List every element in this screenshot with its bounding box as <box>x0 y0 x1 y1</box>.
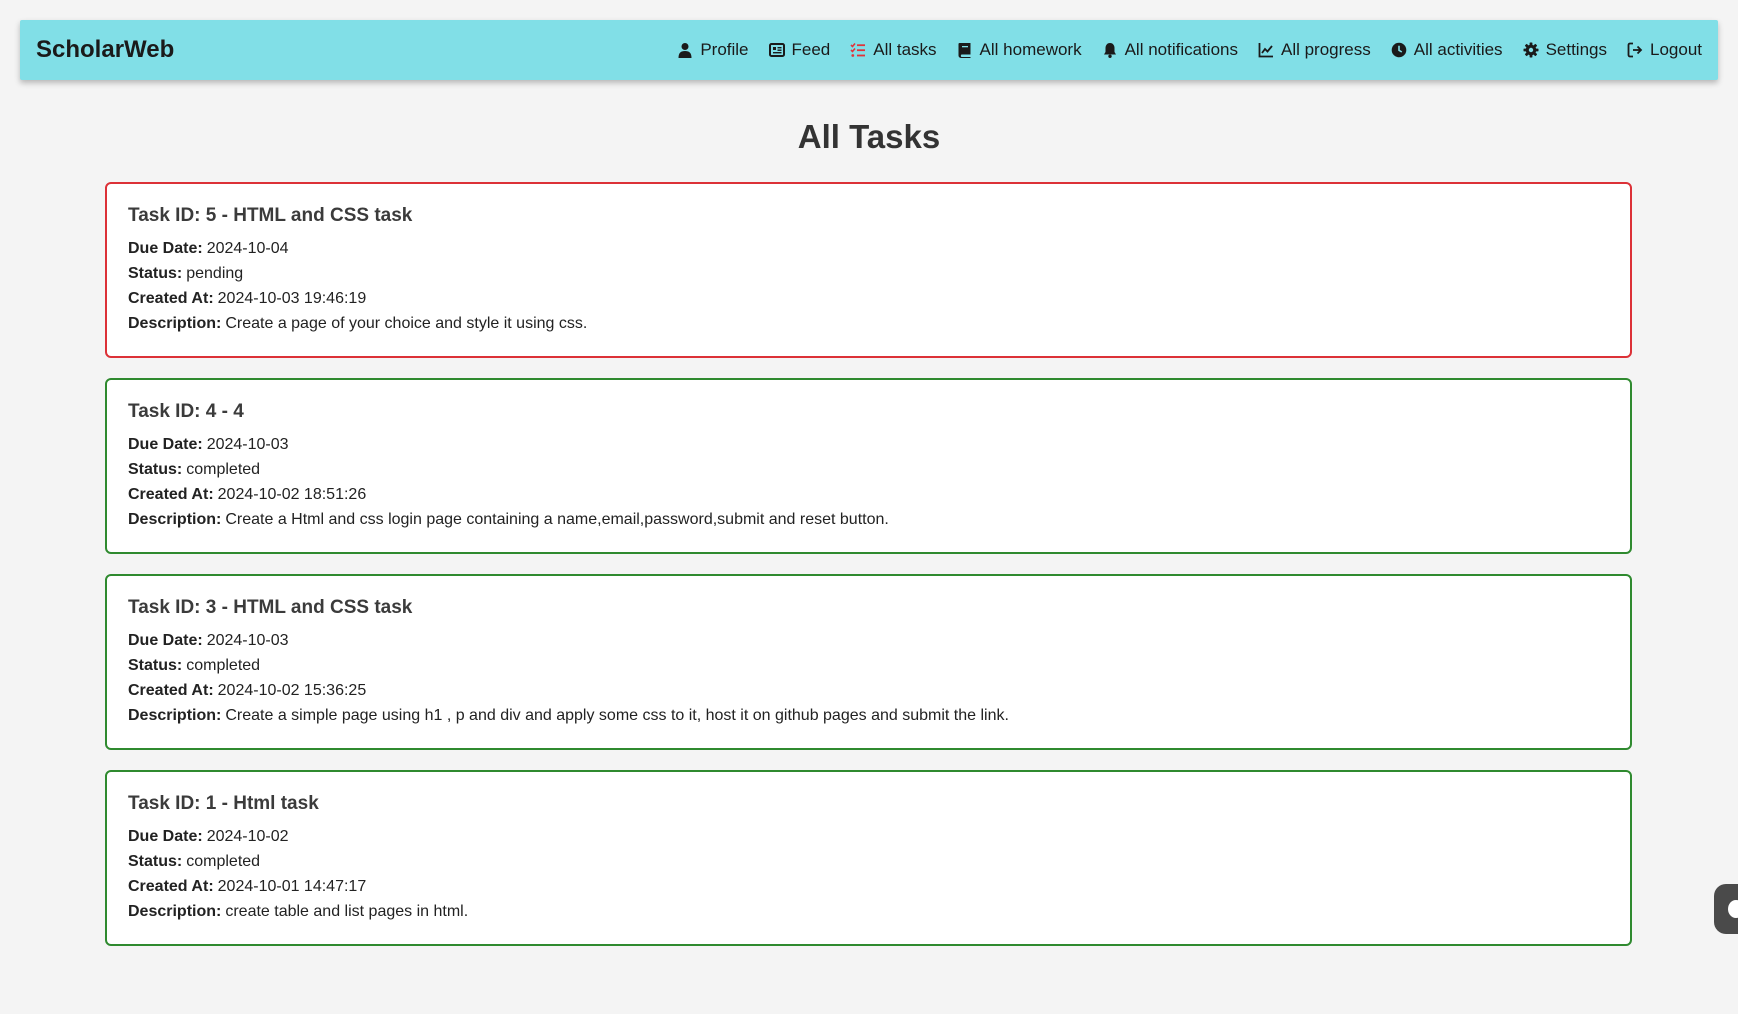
task-due-date: Due Date: 2024-10-03 <box>128 432 1609 457</box>
top-navbar: ScholarWeb Profile Feed All tasks All ho… <box>20 20 1718 80</box>
due-date-label: Due Date: <box>128 436 203 453</box>
nav-item-label: All homework <box>979 40 1082 59</box>
nav-item-label: Feed <box>791 40 831 59</box>
description-label: Description: <box>128 315 222 332</box>
status-value: pending <box>186 265 244 282</box>
nav-item-label: Profile <box>700 40 749 59</box>
due-date-value: 2024-10-04 <box>206 240 289 257</box>
due-date-value: 2024-10-02 <box>206 828 289 845</box>
bell-icon <box>1103 43 1116 58</box>
nav-item-label: All tasks <box>873 40 937 59</box>
due-date-value: 2024-10-03 <box>206 632 289 649</box>
due-date-value: 2024-10-03 <box>206 436 289 453</box>
page-title: All Tasks <box>797 118 941 155</box>
book-icon <box>958 43 971 58</box>
created-at-value: 2024-10-01 14:47:17 <box>217 878 367 895</box>
task-card: Task ID: 3 - HTML and CSS task Due Date:… <box>105 574 1632 750</box>
gear-icon <box>1523 42 1539 58</box>
task-created-at: Created At: 2024-10-03 19:46:19 <box>128 286 1609 311</box>
clock-icon <box>1391 42 1407 58</box>
nav-item-label: Settings <box>1545 40 1607 59</box>
task-card: Task ID: 5 - HTML and CSS task Due Date:… <box>105 182 1632 358</box>
task-status: Status: pending <box>128 261 1609 286</box>
nav-item-all-activities[interactable]: All activities <box>1391 40 1503 60</box>
nav-item-all-progress[interactable]: All progress <box>1258 40 1371 60</box>
task-status: Status: completed <box>128 653 1609 678</box>
due-date-label: Due Date: <box>128 240 203 257</box>
status-label: Status: <box>128 853 183 870</box>
nav-item-label: Logout <box>1650 40 1702 59</box>
task-created-at: Created At: 2024-10-02 18:51:26 <box>128 482 1609 507</box>
task-status: Status: completed <box>128 849 1609 874</box>
nav-links: Profile Feed All tasks All homework All … <box>657 40 1702 60</box>
due-date-label: Due Date: <box>128 632 203 649</box>
task-due-date: Due Date: 2024-10-03 <box>128 628 1609 653</box>
description-label: Description: <box>128 707 222 724</box>
task-title: Task ID: 5 - HTML and CSS task <box>128 205 413 226</box>
status-value: completed <box>186 461 261 478</box>
nav-item-all-homework[interactable]: All homework <box>957 40 1082 60</box>
task-created-at: Created At: 2024-10-02 15:36:25 <box>128 678 1609 703</box>
status-value: completed <box>186 853 261 870</box>
task-title: Task ID: 4 - 4 <box>128 401 244 422</box>
description-value: Create a page of your choice and style i… <box>225 315 588 332</box>
task-description: Description: Create a simple page using h… <box>128 703 1609 728</box>
task-list-icon <box>850 42 866 57</box>
nav-item-label: All progress <box>1280 40 1371 59</box>
created-at-label: Created At: <box>128 290 214 307</box>
created-at-value: 2024-10-03 19:46:19 <box>217 290 367 307</box>
nav-item-label: All notifications <box>1124 40 1238 59</box>
task-title: Task ID: 3 - HTML and CSS task <box>128 597 413 618</box>
nav-item-all-tasks[interactable]: All tasks <box>850 40 937 60</box>
task-due-date: Due Date: 2024-10-02 <box>128 824 1609 849</box>
description-label: Description: <box>128 511 222 528</box>
brand-logo[interactable]: ScholarWeb <box>36 36 174 64</box>
task-created-at: Created At: 2024-10-01 14:47:17 <box>128 874 1609 899</box>
nav-item-all-notifications[interactable]: All notifications <box>1102 40 1238 60</box>
nav-item-label: All activities <box>1413 40 1503 59</box>
created-at-label: Created At: <box>128 878 214 895</box>
nav-item-profile[interactable]: Profile <box>677 40 749 60</box>
status-label: Status: <box>128 657 183 674</box>
task-card: Task ID: 1 - Html task Due Date: 2024-10-… <box>105 770 1632 946</box>
status-label: Status: <box>128 461 183 478</box>
created-at-value: 2024-10-02 18:51:26 <box>217 486 367 503</box>
task-description: Description: Create a page of your choice… <box>128 311 1609 336</box>
created-at-label: Created At: <box>128 486 214 503</box>
task-due-date: Due Date: 2024-10-04 <box>128 236 1609 261</box>
description-value: Create a Html and css login page contain… <box>225 511 889 528</box>
nav-item-logout[interactable]: Logout <box>1627 40 1702 60</box>
task-list: Task ID: 5 - HTML and CSS task Due Date:… <box>105 182 1632 966</box>
side-chat-widget-button[interactable] <box>1714 884 1738 934</box>
status-label: Status: <box>128 265 183 282</box>
task-description: Description: create table and list pages … <box>128 899 1609 924</box>
status-value: completed <box>186 657 261 674</box>
task-description: Description: Create a Html and css login … <box>128 507 1609 532</box>
task-status: Status: completed <box>128 457 1609 482</box>
nav-item-feed[interactable]: Feed <box>768 40 831 60</box>
task-title: Task ID: 1 - Html task <box>128 793 319 814</box>
description-label: Description: <box>128 903 222 920</box>
due-date-label: Due Date: <box>128 828 203 845</box>
task-card: Task ID: 4 - 4 Due Date: 2024-10-03 Statu… <box>105 378 1632 554</box>
created-at-value: 2024-10-02 15:36:25 <box>217 682 367 699</box>
newspaper-icon <box>768 43 785 57</box>
nav-item-settings[interactable]: Settings <box>1523 40 1607 60</box>
logout-icon <box>1627 42 1643 58</box>
description-value: Create a simple page using h1 , p and di… <box>225 707 1009 724</box>
chart-line-icon <box>1258 43 1273 58</box>
created-at-label: Created At: <box>128 682 214 699</box>
user-icon <box>678 43 692 58</box>
description-value: create table and list pages in html. <box>225 903 469 920</box>
